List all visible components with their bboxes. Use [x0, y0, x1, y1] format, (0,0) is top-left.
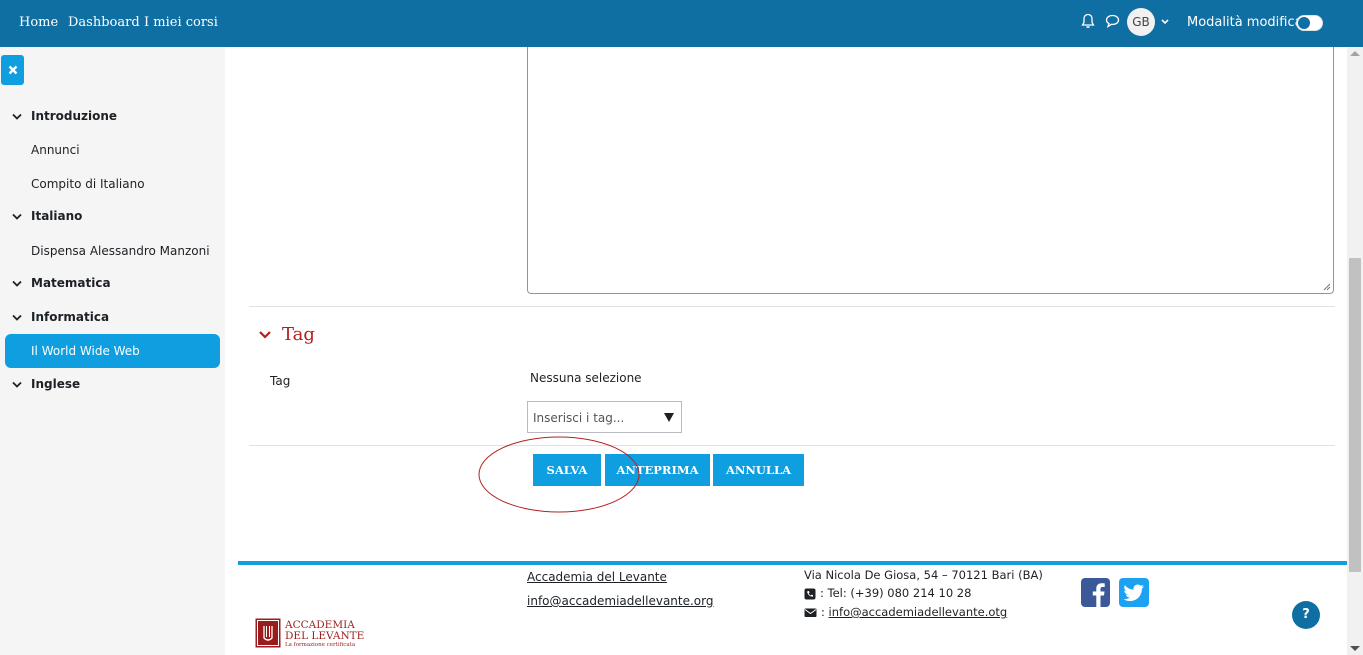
tag-field-label: Tag [270, 374, 291, 388]
tag-section-title[interactable]: Tag [282, 324, 315, 345]
help-button[interactable]: ? [1292, 601, 1320, 629]
footer-email-prefix: : [821, 605, 829, 619]
sidebar-item-compito-italiano[interactable]: Compito di Italiano [31, 177, 145, 191]
user-avatar[interactable]: GB [1127, 8, 1155, 36]
description-textarea[interactable] [527, 47, 1334, 294]
close-icon [8, 65, 17, 75]
edit-mode-label: Modalità modifica [1187, 15, 1303, 30]
resize-handle-icon[interactable] [1322, 282, 1331, 291]
no-selection-text: Nessuna selezione [530, 371, 642, 385]
sidebar-section-label: Introduzione [31, 109, 118, 123]
page-scrollbar[interactable] [1347, 47, 1363, 655]
chevron-down-icon[interactable] [12, 209, 24, 223]
course-index-sidebar: Introduzione Annunci Compito di Italiano… [0, 47, 225, 655]
scroll-down-arrow-icon[interactable] [1350, 646, 1360, 651]
sidebar-item-dispensa-manzoni[interactable]: Dispensa Alessandro Manzoni [31, 244, 210, 258]
scrollbar-thumb[interactable] [1349, 258, 1361, 572]
logo-name: ACCADEMIA DEL LEVANTE [285, 620, 375, 642]
chat-icon[interactable] [1105, 13, 1121, 31]
sidebar-section-matematica[interactable]: Matematica [12, 276, 111, 290]
scroll-up-arrow-icon[interactable] [1350, 51, 1360, 56]
footer-email-link[interactable]: info@accademiadellevante.otg [829, 605, 1008, 619]
logo-tagline: La formazione certificata [285, 642, 356, 648]
divider [249, 306, 1335, 307]
sidebar-section-label: Italiano [31, 209, 83, 223]
sidebar-section-label: Inglese [31, 377, 81, 391]
nav-my-courses-link[interactable]: I miei corsi [144, 15, 218, 30]
dropdown-arrow-icon[interactable] [664, 413, 674, 422]
chevron-down-icon[interactable] [12, 109, 24, 123]
footer-divider [238, 561, 1347, 565]
phone-icon [804, 588, 816, 599]
divider [249, 445, 1335, 446]
nav-home-link[interactable]: Home [19, 15, 58, 30]
sidebar-section-italiano[interactable]: Italiano [12, 209, 82, 223]
tag-select[interactable]: Inserisci i tag... [527, 401, 682, 433]
edit-mode-toggle[interactable] [1296, 15, 1323, 31]
close-sidebar-button[interactable] [1, 55, 24, 85]
chevron-down-icon[interactable] [1160, 15, 1170, 29]
facebook-icon[interactable] [1081, 578, 1110, 607]
footer-link-email[interactable]: info@accademiadellevante.org [527, 594, 713, 608]
sidebar-section-label: Matematica [31, 276, 111, 290]
sidebar-item-annunci[interactable]: Annunci [31, 143, 80, 157]
footer-address: Via Nicola De Giosa, 54 – 70121 Bari (BA… [804, 568, 1043, 582]
nav-dashboard-link[interactable]: Dashboard [68, 15, 140, 30]
sidebar-section-inglese[interactable]: Inglese [12, 377, 80, 391]
envelope-icon [804, 608, 817, 617]
footer-email: : info@accademiadellevante.otg [804, 605, 1007, 619]
cancel-button[interactable]: ANNULLA [713, 454, 804, 486]
toggle-knob [1298, 17, 1310, 29]
chevron-down-icon[interactable] [258, 324, 272, 352]
top-navbar: Home Dashboard I miei corsi GB Modalità … [0, 0, 1363, 47]
chevron-down-icon[interactable] [12, 310, 24, 324]
sidebar-section-label: Informatica [31, 310, 110, 324]
chevron-down-icon[interactable] [12, 276, 24, 290]
academy-logo-mark-icon [255, 618, 281, 648]
academy-logo: ACCADEMIA DEL LEVANTE La formazione cert… [255, 618, 364, 652]
footer-phone-text: : Tel: (+39) 080 214 10 28 [820, 586, 972, 600]
annotation-ellipse [478, 436, 640, 513]
chevron-down-icon[interactable] [12, 377, 24, 391]
sidebar-item-world-wide-web[interactable]: Il World Wide Web [5, 334, 220, 368]
logo-name-line2: DEL LEVANTE [285, 630, 365, 642]
bell-icon[interactable] [1081, 13, 1097, 31]
sidebar-section-introduzione[interactable]: Introduzione [12, 109, 117, 123]
footer-phone: : Tel: (+39) 080 214 10 28 [804, 586, 971, 600]
sidebar-section-informatica[interactable]: Informatica [12, 310, 109, 324]
twitter-icon[interactable] [1119, 578, 1149, 607]
tag-select-placeholder: Inserisci i tag... [533, 411, 625, 425]
footer-link-academy[interactable]: Accademia del Levante [527, 570, 667, 584]
